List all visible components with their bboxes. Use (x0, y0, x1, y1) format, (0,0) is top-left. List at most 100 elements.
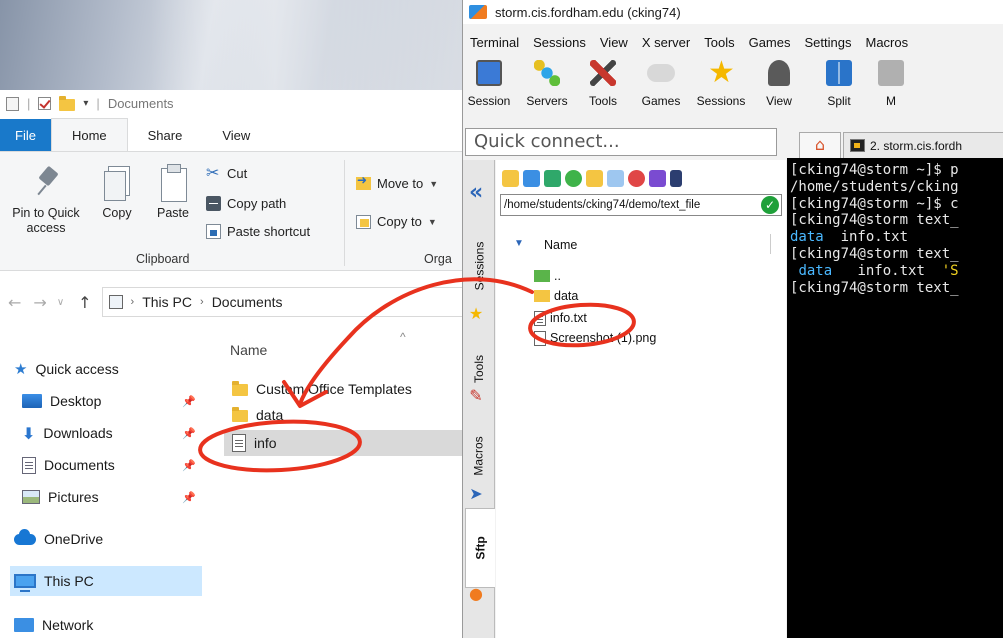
upload-icon[interactable] (544, 169, 561, 187)
view-button[interactable]: View (747, 56, 811, 108)
checkmark-icon[interactable]: ✓ (761, 196, 779, 214)
address-bar[interactable]: › This PC › Documents (101, 287, 462, 317)
new-file-icon[interactable] (607, 169, 624, 187)
copy-label: Copy (102, 206, 132, 220)
column-divider[interactable] (770, 234, 771, 254)
nav-documents[interactable]: Documents 📌 (22, 450, 202, 480)
nav-label: Pictures (48, 489, 99, 505)
properties-icon[interactable] (6, 96, 19, 111)
forward-arrow-icon[interactable]: → (33, 293, 46, 312)
cloud-icon (14, 528, 36, 545)
collapse-sidebar-icon[interactable]: « (469, 180, 483, 205)
sftp-file-name: info.txt (550, 311, 587, 325)
tools-button[interactable]: Tools (571, 56, 635, 108)
nav-network[interactable]: Network (14, 610, 202, 638)
servers-icon (534, 60, 560, 86)
download-icon[interactable] (523, 169, 540, 187)
tab-label: 2. storm.cis.fordh (870, 138, 963, 153)
nav-onedrive[interactable]: OneDrive (14, 524, 202, 554)
menu-macros[interactable]: Macros (858, 35, 915, 50)
pin-to-quick-access-button[interactable]: Pin to Quick access (0, 166, 98, 236)
breadcrumb-this-pc[interactable]: This PC (142, 294, 192, 310)
nav-quick-access[interactable]: ★ Quick access (14, 354, 202, 384)
more-button[interactable]: M (859, 56, 923, 108)
follow-terminal-icon[interactable] (670, 169, 682, 187)
games-button[interactable]: Games (629, 56, 693, 108)
toolbar-label: View (766, 94, 792, 108)
sessions-button[interactable]: ★ Sessions (689, 56, 753, 109)
session-button[interactable]: Session (463, 56, 521, 108)
games-icon (647, 64, 675, 82)
file-row-custom-office-templates[interactable]: Custom Office Templates (224, 376, 462, 402)
clipboard-group-label: Clipboard (136, 252, 190, 266)
checkbox-icon[interactable] (38, 97, 52, 110)
menu-tools[interactable]: Tools (697, 35, 741, 50)
copy-path-button[interactable]: Copy path (206, 196, 286, 211)
view-icon (768, 60, 790, 86)
side-tab-sessions[interactable]: Sessions (467, 226, 491, 306)
move-to-label: Move to (377, 176, 424, 191)
nav-pictures[interactable]: Pictures 📌 (22, 482, 202, 512)
column-header-name[interactable]: Name (230, 342, 267, 358)
tab-file[interactable]: File (0, 119, 51, 151)
terminal-file-name: 'S (941, 262, 959, 279)
paste-button[interactable]: Paste (150, 164, 196, 221)
terminal-output[interactable]: [cking74@storm ~]$ p/home/students/cking… (787, 158, 1003, 638)
column-header-name[interactable]: Name (544, 238, 577, 252)
menu-settings[interactable]: Settings (798, 35, 859, 50)
window-title: storm.cis.fordham.edu (cking74) (495, 4, 681, 20)
move-to-button[interactable]: Move to ▼ (356, 173, 438, 191)
sftp-row-data[interactable]: data (534, 286, 578, 306)
tools-icon (590, 60, 616, 86)
tab-share[interactable]: Share (128, 119, 203, 151)
pin-icon (36, 166, 56, 200)
menu-games[interactable]: Games (742, 35, 798, 50)
download-icon: ⬇ (22, 423, 36, 443)
servers-button[interactable]: Servers (515, 56, 579, 108)
home-tab[interactable]: ⌂ (799, 132, 841, 158)
path-text: /home/students/cking74/demo/text_file (504, 199, 701, 211)
file-row-data[interactable]: data (224, 402, 462, 428)
rename-icon[interactable] (649, 169, 666, 187)
nav-this-pc[interactable]: This PC (10, 566, 202, 596)
title-bar: storm.cis.fordham.edu (cking74) (463, 0, 1003, 24)
copy-to-button[interactable]: Copy to ▼ (356, 214, 437, 229)
sftp-path-input[interactable]: /home/students/cking74/demo/text_file ✓ (500, 194, 782, 216)
more-icon (878, 60, 904, 86)
folder-icon[interactable] (59, 95, 76, 111)
breadcrumb-documents[interactable]: Documents (212, 294, 283, 310)
nav-downloads[interactable]: ⬇ Downloads 📌 (22, 418, 202, 448)
menu-x-server[interactable]: X server (635, 35, 697, 50)
toolbar-label: M (886, 94, 896, 108)
copy-button[interactable]: Copy (96, 166, 138, 221)
refresh-icon[interactable] (565, 169, 582, 187)
menu-terminal[interactable]: Terminal (463, 35, 526, 50)
new-folder-icon[interactable] (586, 169, 603, 187)
tab-view[interactable]: View (202, 119, 270, 151)
delete-icon[interactable] (628, 169, 645, 187)
terminal-line: [cking74@storm ~]$ c (790, 195, 959, 212)
terminal-session-tab[interactable]: 2. storm.cis.fordh (843, 132, 1003, 158)
terminal-ls-line: data info.txt 'S (790, 263, 1003, 280)
parent-folder-icon[interactable] (502, 169, 519, 187)
back-arrow-icon[interactable]: ← (8, 293, 21, 312)
menu-view[interactable]: View (593, 35, 635, 50)
sort-ascending-icon: ^ (400, 330, 406, 344)
paste-shortcut-label: Paste shortcut (227, 224, 311, 239)
file-row-info[interactable]: info (224, 430, 462, 456)
paste-shortcut-button[interactable]: Paste shortcut (206, 224, 310, 239)
recent-dropdown-icon[interactable]: ∨ (57, 297, 64, 308)
quick-connect-input[interactable]: Quick connect... (465, 128, 777, 156)
side-tab-sftp[interactable]: Sftp (465, 508, 495, 588)
up-arrow-icon[interactable]: ↑ (78, 293, 91, 312)
menu-sessions[interactable]: Sessions (526, 35, 593, 50)
sftp-row-parent[interactable]: .. (534, 266, 561, 286)
qat-dropdown-icon[interactable]: ▾ (83, 98, 88, 109)
tab-home[interactable]: Home (50, 118, 128, 151)
nav-desktop[interactable]: Desktop 📌 (22, 386, 202, 416)
text-file-icon (232, 434, 246, 452)
copy-to-icon (356, 214, 371, 229)
sftp-row-screenshot[interactable]: Screenshot (1).png (534, 328, 656, 348)
sftp-row-info-txt[interactable]: info.txt (534, 308, 587, 328)
cut-button[interactable]: Cut (206, 163, 247, 182)
